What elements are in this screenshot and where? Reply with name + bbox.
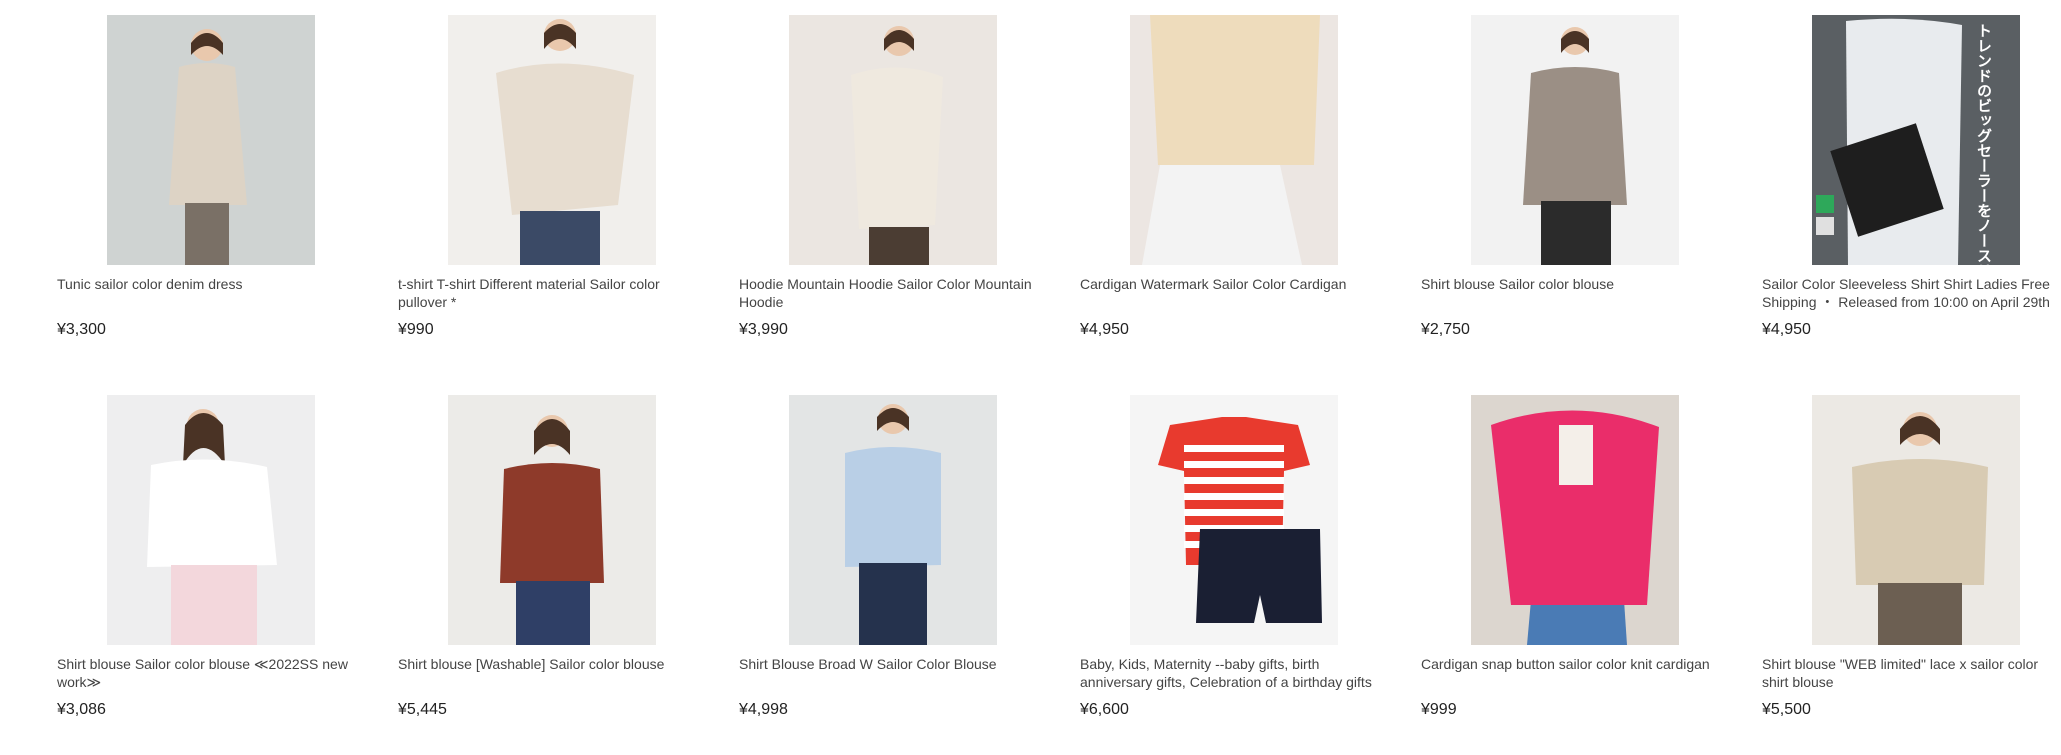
product-title[interactable]: Sailor Color Sleeveless Shirt Shirt Ladi… [1762,275,2061,311]
product-title[interactable]: Tunic sailor color denim dress [57,275,369,293]
product-title[interactable]: Cardigan Watermark Sailor Color Cardigan [1080,275,1392,293]
product-image[interactable]: トレンドのビッグセーラーをノースリーブで 気になる二の腕カバー×小顔効果 [1812,15,2020,265]
product-photo-illustration [789,395,997,645]
product-title[interactable]: Baby, Kids, Maternity --baby gifts, birt… [1080,655,1392,691]
product-photo-illustration [448,395,656,645]
product-title[interactable]: Hoodie Mountain Hoodie Sailor Color Moun… [739,275,1051,311]
product-card[interactable]: Cardigan Watermark Sailor Color Cardigan… [1080,15,1392,375]
product-price: ¥4,950 [1080,321,1129,338]
product-title[interactable]: Cardigan snap button sailor color knit c… [1421,655,1733,673]
product-card[interactable]: Shirt blouse Sailor color blouse ≪2022SS… [57,395,369,755]
product-price: ¥5,445 [398,701,447,718]
promo-overlay-text: トレンドのビッグセーラーをノースリーブで 気になる二の腕カバー×小顔効果 [1975,23,1993,265]
product-image[interactable] [107,395,315,645]
product-card[interactable]: t-shirt T-shirt Different material Sailo… [398,15,710,375]
product-image[interactable] [1130,15,1338,265]
product-price: ¥990 [398,321,434,338]
product-image[interactable] [1471,395,1679,645]
product-card[interactable]: Hoodie Mountain Hoodie Sailor Color Moun… [739,15,1051,375]
color-swatch-green [1816,195,1834,213]
product-card[interactable]: Tunic sailor color denim dress ¥3,300 [57,15,369,375]
product-card[interactable]: トレンドのビッグセーラーをノースリーブで 気になる二の腕カバー×小顔効果 Sai… [1762,15,2061,375]
product-image[interactable] [1471,15,1679,265]
product-price: ¥2,750 [1421,321,1470,338]
product-card[interactable]: Shirt blouse [Washable] Sailor color blo… [398,395,710,755]
product-image[interactable] [1812,395,2020,645]
product-photo-illustration: トレンドのビッグセーラーをノースリーブで 気になる二の腕カバー×小顔効果 [1812,15,2020,265]
product-card[interactable]: Cardigan snap button sailor color knit c… [1421,395,1733,755]
product-photo-illustration [107,15,315,265]
product-title[interactable]: Shirt blouse Sailor color blouse [1421,275,1733,293]
product-image[interactable] [448,15,656,265]
product-photo-illustration [1812,395,2020,645]
product-card[interactable]: Baby, Kids, Maternity --baby gifts, birt… [1080,395,1392,755]
product-price: ¥4,950 [1762,321,1811,338]
product-price: ¥4,998 [739,701,788,718]
product-title[interactable]: Shirt blouse Sailor color blouse ≪2022SS… [57,655,369,691]
product-title[interactable]: t-shirt T-shirt Different material Sailo… [398,275,710,311]
product-photo-illustration [1130,395,1338,645]
product-price: ¥3,300 [57,321,106,338]
product-photo-illustration [789,15,997,265]
inner-top [1559,425,1593,485]
product-price: ¥5,500 [1762,701,1811,718]
product-grid: Tunic sailor color denim dress ¥3,300 t-… [0,0,2061,748]
product-image[interactable] [107,15,315,265]
product-price: ¥6,600 [1080,701,1129,718]
product-photo-illustration [1471,395,1679,645]
product-image[interactable] [789,15,997,265]
product-photo-illustration [1130,15,1338,265]
product-title[interactable]: Shirt blouse [Washable] Sailor color blo… [398,655,710,673]
product-image[interactable] [789,395,997,645]
product-title[interactable]: Shirt blouse "WEB limited" lace x sailor… [1762,655,2061,691]
product-price: ¥3,086 [57,701,106,718]
product-price: ¥999 [1421,701,1457,718]
product-photo-illustration [448,15,656,265]
product-photo-illustration [1471,15,1679,265]
product-image[interactable] [448,395,656,645]
color-swatch-white [1816,217,1834,235]
product-title[interactable]: Shirt Blouse Broad W Sailor Color Blouse [739,655,1051,673]
product-card[interactable]: Shirt blouse Sailor color blouse ¥2,750 [1421,15,1733,375]
product-card[interactable]: Shirt blouse "WEB limited" lace x sailor… [1762,395,2061,755]
product-card[interactable]: Shirt Blouse Broad W Sailor Color Blouse… [739,395,1051,755]
product-photo-illustration [107,395,315,645]
product-image[interactable] [1130,395,1338,645]
product-price: ¥3,990 [739,321,788,338]
